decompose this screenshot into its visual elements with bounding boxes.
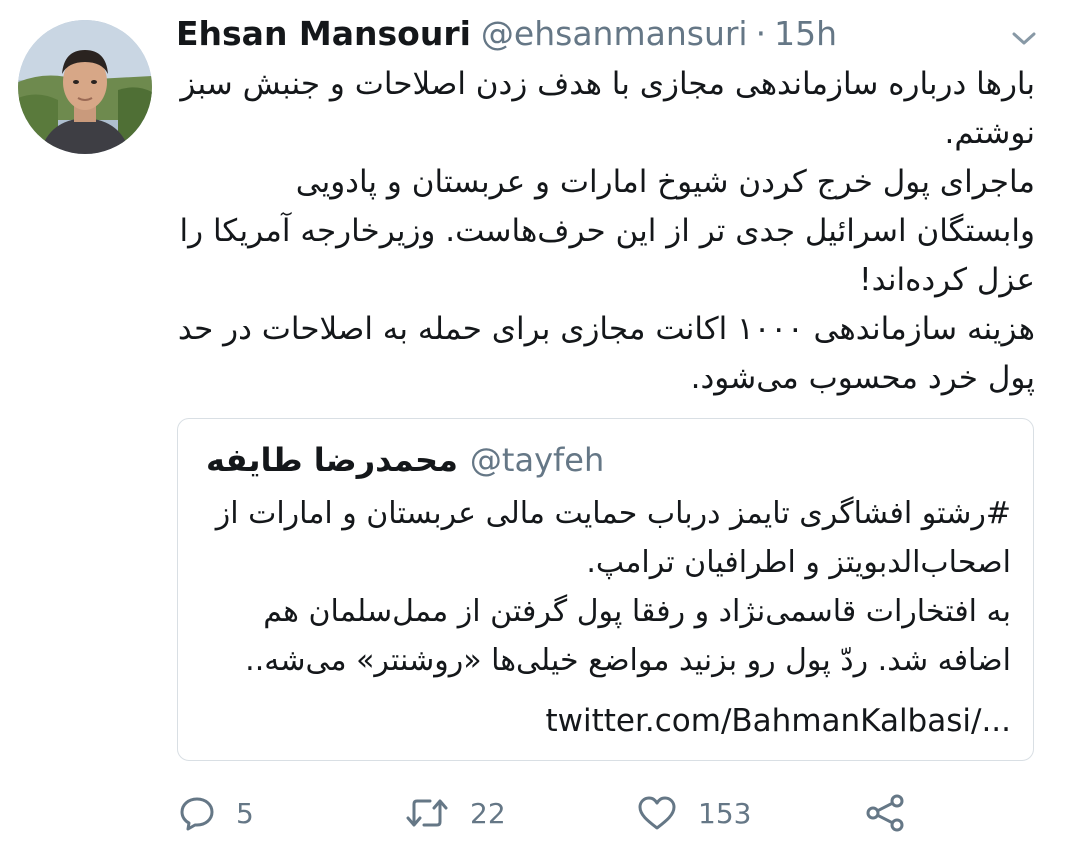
like-button[interactable]: 153 <box>636 785 751 841</box>
share-icon <box>862 793 908 833</box>
tweet: Ehsan Mansouri @ehsanmansuri · 15h بارها… <box>0 0 1065 842</box>
reply-count: 5 <box>236 796 254 830</box>
tweet-paragraph: ماجرای پول خرج کردن شیوخ امارات و عربستا… <box>179 164 1035 298</box>
quoted-author-handle: @tayfeh <box>469 441 605 479</box>
author-name[interactable]: Ehsan Mansouri <box>176 14 471 53</box>
quoted-paragraph: #رشتو افشاگری تایمز درباب حمایت مالی عرب… <box>215 496 1011 580</box>
chevron-down-icon[interactable] <box>1009 26 1039 50</box>
share-button[interactable] <box>862 785 908 841</box>
author-handle[interactable]: @ehsanmansuri <box>481 14 748 53</box>
tweet-paragraph: بارها درباره سازماندهی مجازی با هدف زدن … <box>180 66 1035 151</box>
retweet-button[interactable]: 22 <box>404 785 506 841</box>
tweet-timestamp[interactable]: 15h <box>774 14 837 53</box>
quoted-link[interactable]: twitter.com/BahmanKalbasi/... <box>546 703 1012 739</box>
action-bar: 5 22 153 <box>0 785 1065 841</box>
quoted-paragraph: به افتخارات قاسمی‌نژاد و رفقا پول گرفتن … <box>245 594 1011 678</box>
heart-icon <box>636 794 678 832</box>
avatar[interactable] <box>18 20 152 154</box>
quoted-text: #رشتو افشاگری تایمز درباب حمایت مالی عرب… <box>201 489 1011 685</box>
quoted-author-name: محمدرضا طایفه <box>206 441 458 479</box>
retweet-count: 22 <box>470 796 506 830</box>
tweet-text: بارها درباره سازماندهی مجازی با هدف زدن … <box>170 60 1035 403</box>
reply-icon <box>178 794 216 832</box>
like-count: 153 <box>698 796 752 830</box>
quoted-tweet[interactable]: محمدرضا طایفه @tayfeh #رشتو افشاگری تایم… <box>177 418 1034 761</box>
tweet-paragraph: هزینه سازماندهی ۱۰۰۰ اکانت مجازی برای حم… <box>177 311 1035 396</box>
tweet-header: Ehsan Mansouri @ehsanmansuri · 15h <box>176 14 837 58</box>
retweet-icon <box>404 794 450 832</box>
separator-dot: · <box>755 14 767 53</box>
quoted-header: محمدرضا طایفه @tayfeh <box>206 441 604 479</box>
reply-button[interactable]: 5 <box>178 785 254 841</box>
